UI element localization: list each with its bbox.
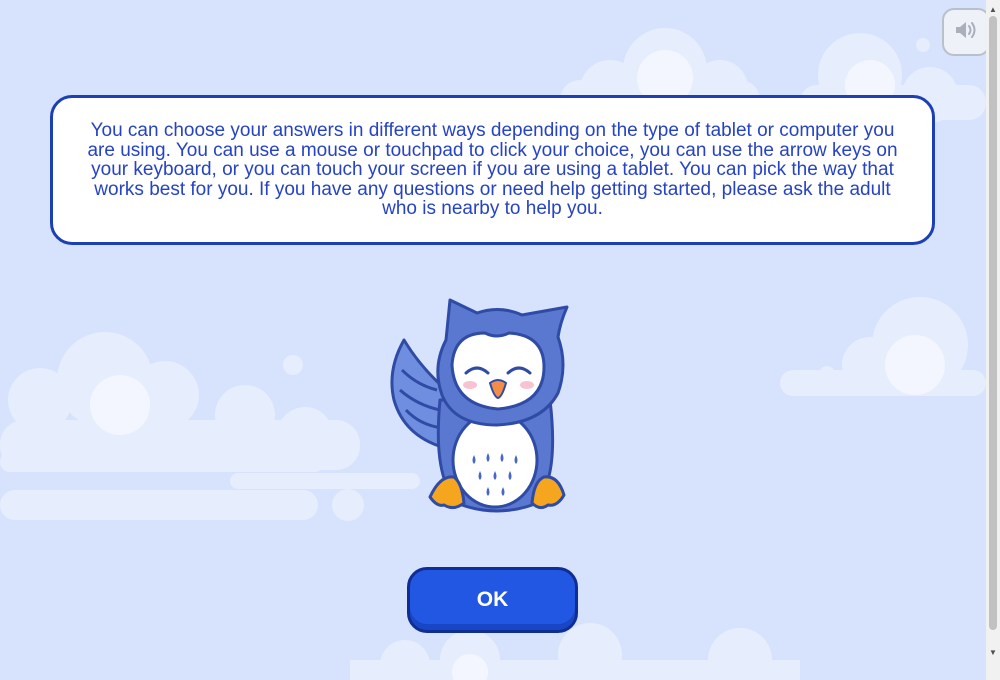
intro-screen: You can choose your answers in different…	[0, 0, 1000, 680]
scroll-up-arrow-icon[interactable]: ▲	[986, 2, 1000, 16]
owl-mascot	[390, 298, 569, 513]
ok-button[interactable]: OK	[407, 567, 578, 633]
sound-button[interactable]	[942, 8, 990, 56]
scroll-down-arrow-icon[interactable]: ▼	[986, 645, 1000, 659]
scrollbar-thumb[interactable]	[989, 16, 997, 630]
instructions-box: You can choose your answers in different…	[50, 95, 935, 245]
vertical-scrollbar[interactable]: ▲ ▼	[986, 0, 1000, 680]
speaker-icon	[954, 20, 978, 45]
instructions-text: You can choose your answers in different…	[87, 120, 898, 220]
